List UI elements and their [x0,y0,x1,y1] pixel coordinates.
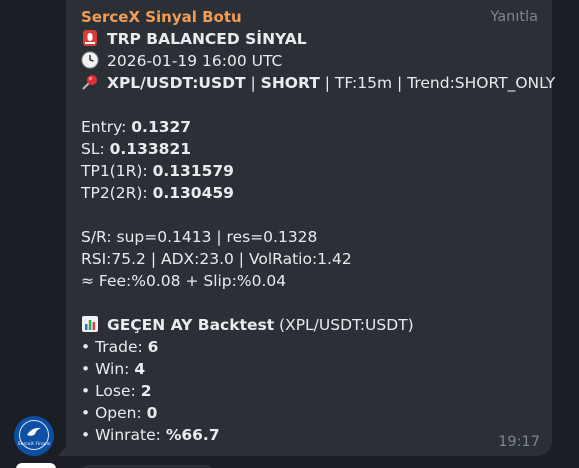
sl-value: 0.133821 [109,140,192,158]
trading-pair: XPL/USDT:USDT [107,74,246,92]
signal-title: TRP BALANCED SİNYAL [107,30,307,48]
siren-icon [81,29,99,47]
signal-meta: | TF:15m | Trend:SHORT_ONLY [319,74,556,92]
stat-value: 6 [147,338,159,356]
stat-lose: • Lose: 2 [81,381,151,403]
pair-line: XPL/USDT:USDT | SHORT | TF:15m | Trend:S… [81,73,555,95]
next-avatar-partial [16,463,56,468]
stat-win: • Win: 4 [81,359,145,381]
stat-trade: • Trade: 6 [81,337,158,359]
indicators-line: RSI:75.2 | ADX:23.0 | VolRatio:1.42 [81,250,352,268]
datetime-line: 2026-01-19 16:00 UTC [81,51,282,73]
sl-label: SL: [81,140,110,158]
pushpin-icon [81,73,99,91]
reply-button[interactable]: Yanıtla [490,9,538,25]
bird-logo-icon [27,427,41,436]
entry-line: Entry: 0.1327 [81,117,191,139]
signal-datetime: 2026-01-19 16:00 UTC [107,52,283,70]
chat-area: SerceX Sinyal Botu Yanıtla TRP BALANCED … [0,0,579,468]
sender-name[interactable]: SerceX Sinyal Botu [81,8,242,26]
tp2-line: TP2(2R): 0.130459 [81,183,234,205]
stat-label: • Win: [81,360,135,378]
tp2-value: 0.130459 [152,184,234,202]
backtest-pair: (XPL/USDT:USDT) [274,316,414,334]
tp2-label: TP2(2R): [81,184,153,202]
pair-separator: | [245,74,261,92]
message-time: 19:17 [498,434,540,450]
support-resistance-line: S/R: sup=0.1413 | res=0.1328 [81,228,318,246]
trade-direction: SHORT [260,74,320,92]
sl-line: SL: 0.133821 [81,139,191,161]
tp1-line: TP1(1R): 0.131579 [81,161,234,183]
clock-icon [81,51,99,69]
backtest-title: GEÇEN AY Backtest [107,316,275,334]
stat-label: • Trade: [81,338,148,356]
stat-open: • Open: 0 [81,403,157,425]
backtest-title-line: GEÇEN AY Backtest (XPL/USDT:USDT) [81,315,414,337]
stat-winrate: • Winrate: %66.7 [81,425,220,447]
message-bubble[interactable]: SerceX Sinyal Botu Yanıtla TRP BALANCED … [66,0,555,456]
stat-value: 0 [146,404,158,422]
tp1-label: TP1(1R): [81,162,153,180]
entry-label: Entry: [81,118,132,136]
stat-label: • Winrate: [81,426,166,444]
bubble-tail [58,444,68,456]
bar-chart-icon [81,315,99,333]
sender-avatar[interactable]: SerceX Finans [14,416,54,456]
entry-value: 0.1327 [131,118,192,136]
fee-line: ≈ Fee:%0.08 + Slip:%0.04 [81,272,287,290]
avatar-text: SerceX Finans [17,442,51,447]
stat-value: %66.7 [165,426,220,444]
stat-value: 2 [140,382,152,400]
tp1-value: 0.131579 [152,162,234,180]
stat-label: • Open: [81,404,147,422]
signal-title-line: TRP BALANCED SİNYAL [81,29,307,51]
stat-label: • Lose: [81,382,141,400]
stat-value: 4 [134,360,146,378]
